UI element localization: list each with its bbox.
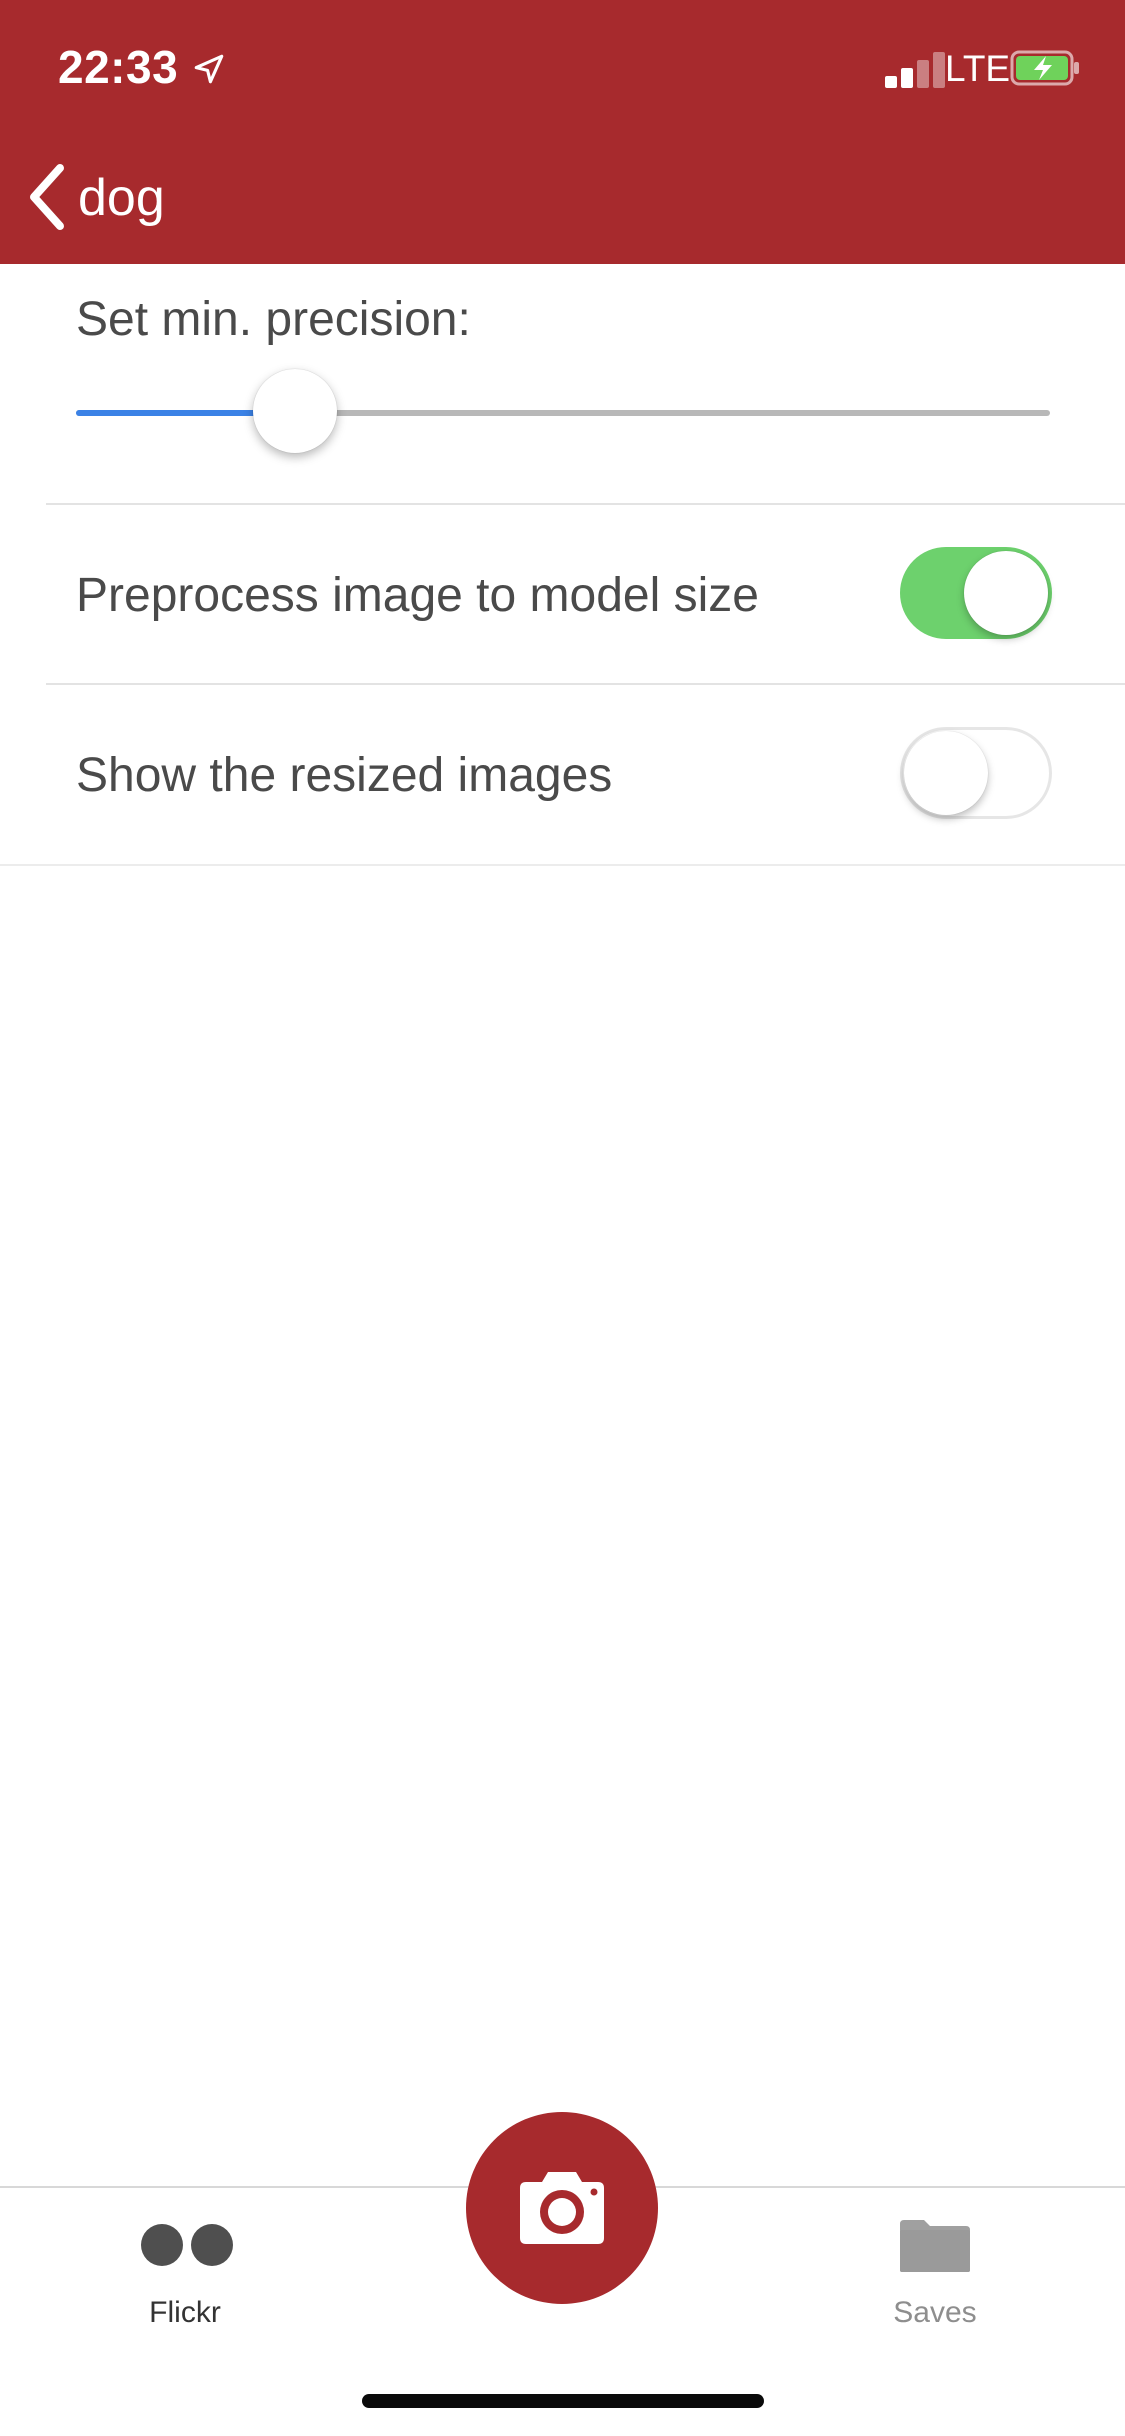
precision-slider-track[interactable] [76, 410, 1050, 416]
camera-icon [520, 2172, 604, 2244]
show-resized-toggle[interactable] [900, 727, 1052, 819]
chevron-left-icon[interactable] [22, 162, 74, 232]
tab-saves-label: Saves [893, 2296, 977, 2329]
toggle-knob [964, 551, 1048, 635]
status-time: 22:33 [58, 41, 179, 93]
nav-title[interactable]: dog [78, 168, 165, 228]
preprocess-label: Preprocess image to model size [76, 569, 759, 622]
folder-icon [900, 2220, 970, 2272]
preprocess-toggle[interactable] [900, 547, 1052, 639]
divider [46, 503, 1125, 505]
toggle-knob [904, 731, 988, 815]
precision-slider-thumb[interactable] [253, 369, 338, 453]
home-indicator [362, 2394, 764, 2408]
divider [0, 864, 1125, 866]
tab-flickr-label: Flickr [149, 2296, 221, 2329]
location-arrow-icon [194, 54, 224, 84]
flickr-icon [141, 2224, 233, 2266]
precision-label: Set min. precision: [76, 293, 471, 346]
camera-button[interactable] [466, 2112, 658, 2304]
divider [46, 683, 1125, 685]
network-type: LTE [945, 48, 1011, 89]
show-resized-label: Show the resized images [76, 749, 613, 802]
battery-charging-icon [1010, 50, 1079, 86]
header-bar: 22:33 LTE dog [0, 0, 1125, 264]
